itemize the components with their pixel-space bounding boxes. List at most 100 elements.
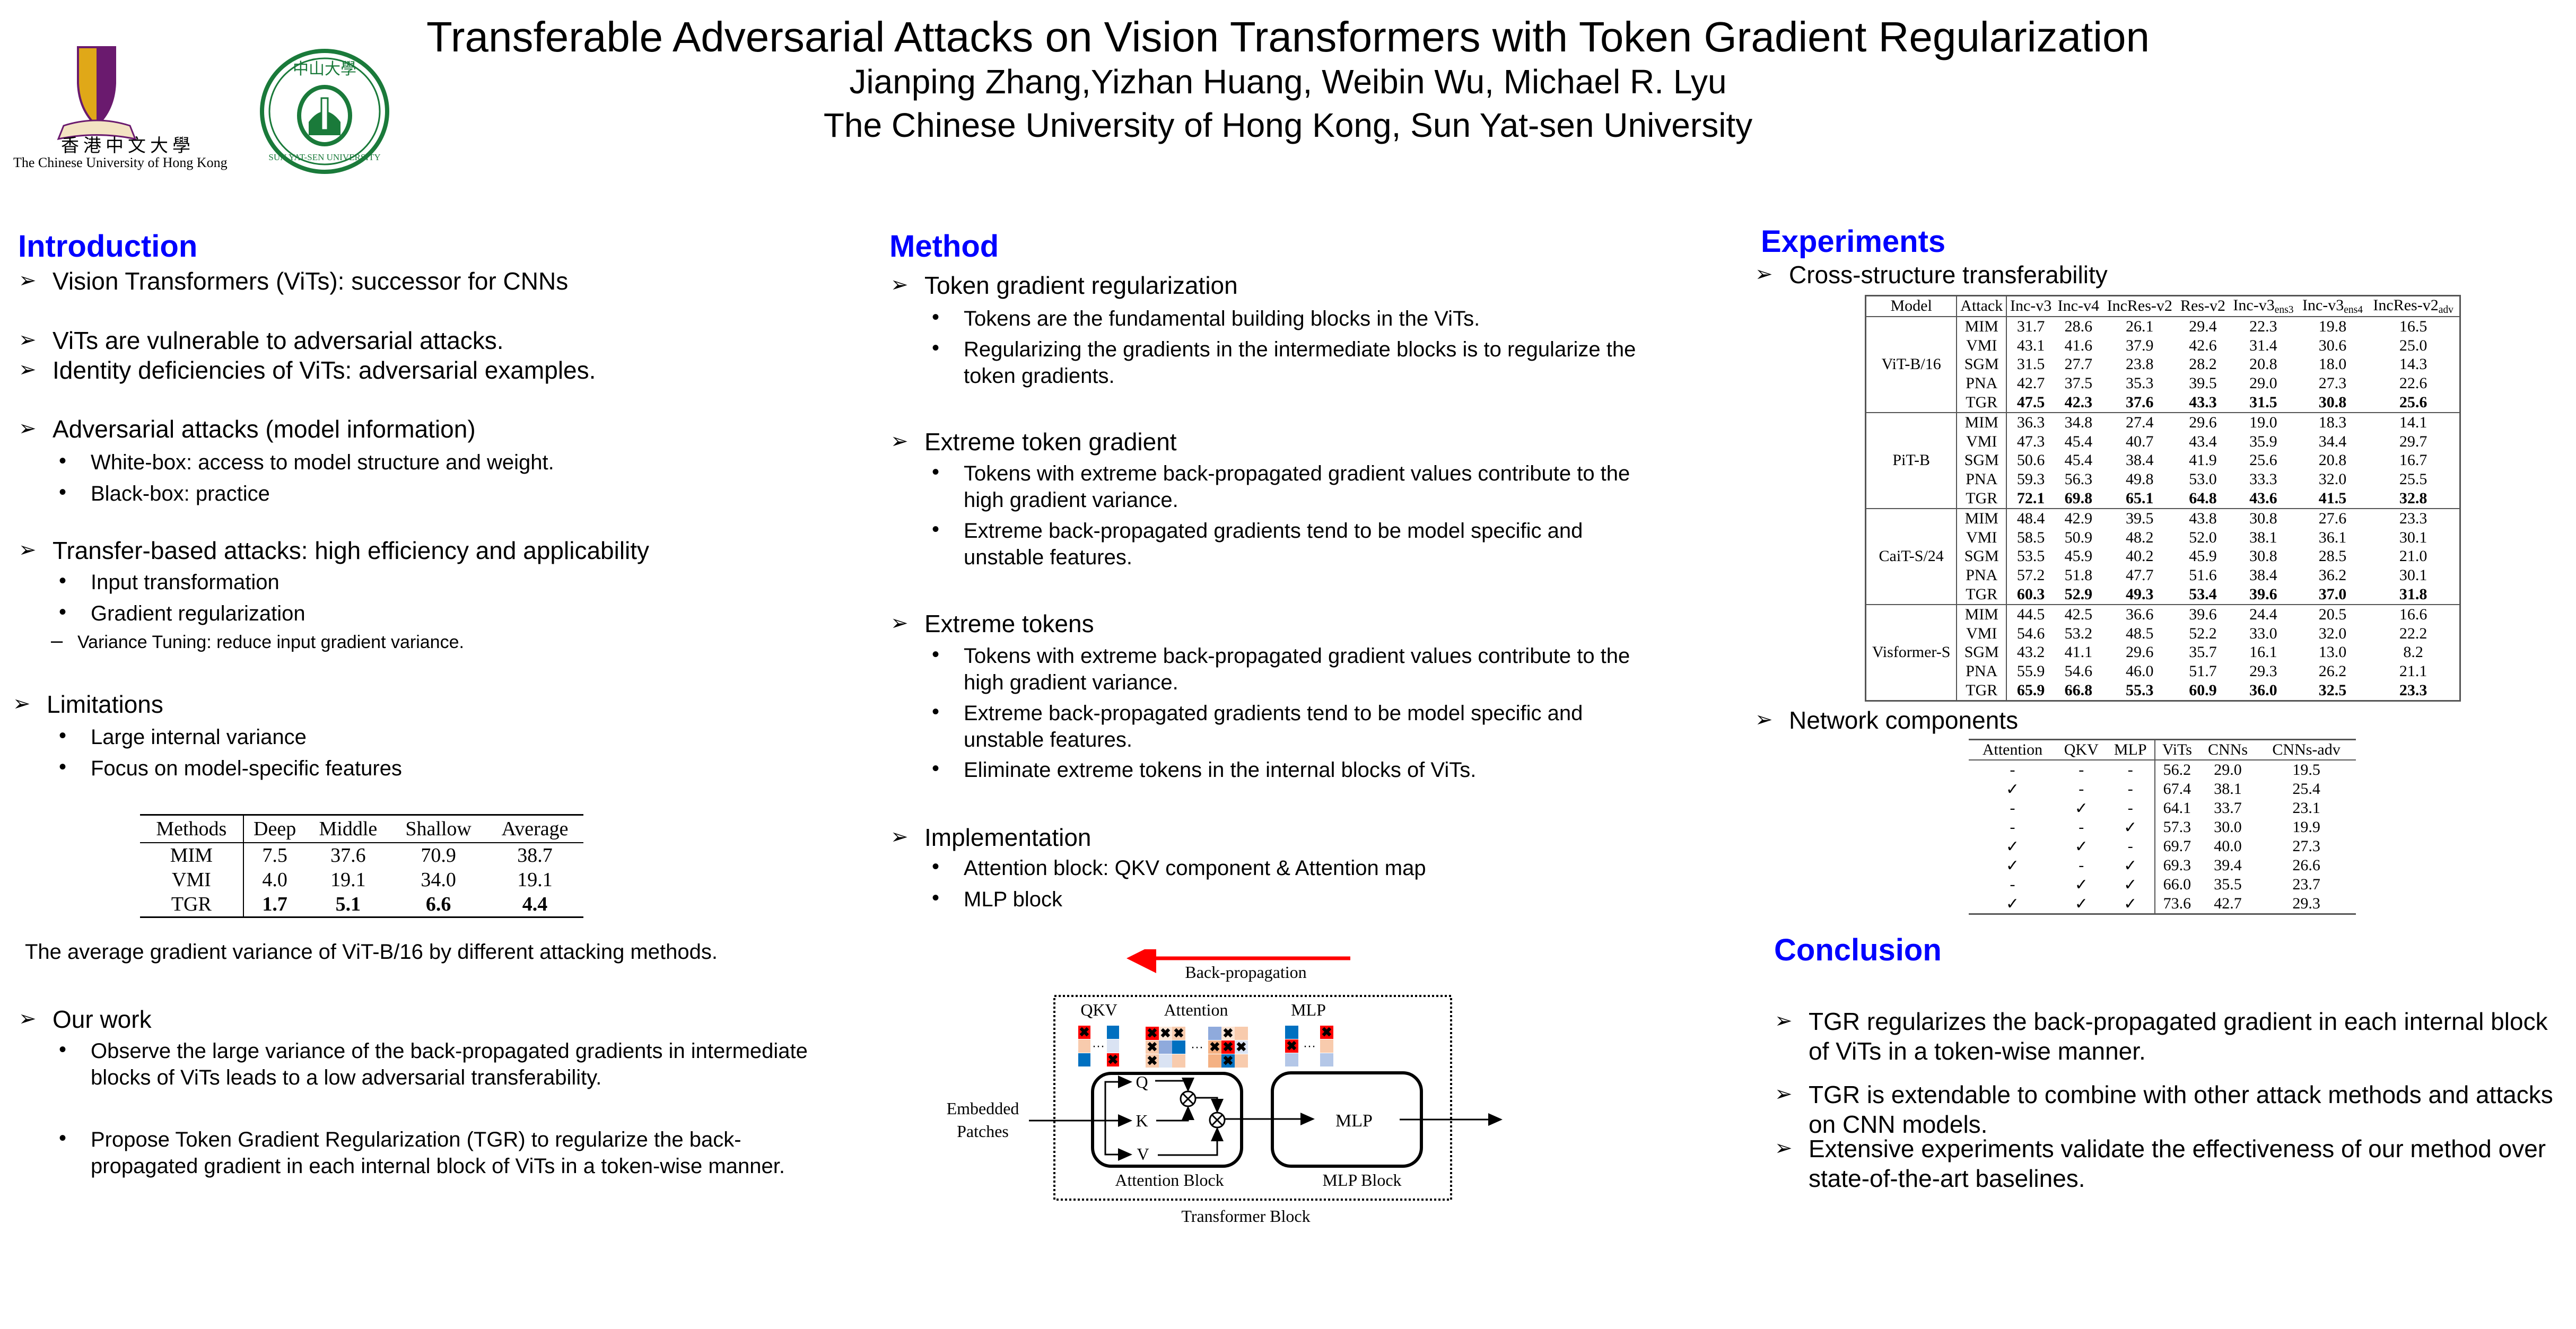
table-cell: 5.1 bbox=[335, 893, 361, 915]
table-cell: 36.1 bbox=[2318, 528, 2347, 546]
table-cell: 53.2 bbox=[2064, 624, 2093, 642]
sysu-logo: 中山大學 SUN YAT-SEN UNIVERSITY bbox=[258, 48, 391, 175]
dot-bullet-icon: • bbox=[59, 480, 67, 504]
table-cell: 26.6 bbox=[2292, 856, 2320, 874]
dot-bullet-icon: • bbox=[59, 1126, 67, 1150]
eliminated-token-icon: ✖ bbox=[1286, 1039, 1297, 1053]
column-header-text: Inc-v3 bbox=[2233, 296, 2275, 314]
table-cell: 22.6 bbox=[2399, 374, 2427, 392]
table-cell: 29.6 bbox=[2125, 643, 2154, 661]
table-cell: 54.6 bbox=[2064, 662, 2093, 680]
patches-label: Patches bbox=[957, 1122, 1009, 1141]
column-header: Average bbox=[486, 815, 583, 843]
table-cell: 37.6 bbox=[2102, 393, 2177, 413]
token-cell bbox=[1320, 1053, 1333, 1066]
table-cell: ✓ bbox=[2005, 780, 2020, 798]
table-cell: 59.3 bbox=[2016, 470, 2045, 488]
table-cell: 69.3 bbox=[2163, 856, 2191, 874]
table-row: - ✓ ✓ 66.0 35.5 23.7 bbox=[1969, 875, 2356, 894]
arrow-bullet-icon: ➢ bbox=[19, 328, 37, 352]
bullet-text: Gradient regularization bbox=[91, 602, 305, 625]
cuhk-english-name: The Chinese University of Hong Kong bbox=[13, 155, 228, 170]
arrow-bullet-icon: ➢ bbox=[19, 1007, 37, 1030]
dot-bullet-icon: • bbox=[59, 1038, 67, 1061]
table-cell: PNA bbox=[1957, 374, 2007, 394]
column-header-text: Attack bbox=[1960, 297, 2003, 315]
table-cell: 29.3 bbox=[2249, 662, 2277, 680]
bullet-text: Our work bbox=[53, 1006, 152, 1033]
eliminated-token-icon: ✖ bbox=[1222, 1054, 1234, 1068]
table-cell: - bbox=[2079, 761, 2084, 779]
dot-bullet-icon: • bbox=[932, 886, 940, 910]
dot-bullet-icon: • bbox=[932, 305, 940, 329]
table-cell: 53.5 bbox=[2016, 547, 2045, 565]
sysu-chinese-name: 中山大學 bbox=[293, 60, 356, 78]
table-cell: 36.2 bbox=[2318, 566, 2347, 584]
table-cell: PNA bbox=[1957, 662, 2007, 681]
table-cell: 37.0 bbox=[2298, 585, 2368, 605]
bullet-text: MLP block bbox=[964, 888, 1063, 911]
bullet-text: Vision Transformers (ViTs): successor fo… bbox=[53, 267, 569, 295]
table-cell: 23.1 bbox=[2292, 799, 2320, 817]
column-header-subscript: ens3 bbox=[2274, 304, 2294, 316]
token-cell bbox=[1078, 1053, 1090, 1066]
arrow-bullet-icon: ➢ bbox=[1755, 708, 1773, 731]
mlp-inner-label: MLP bbox=[1335, 1111, 1373, 1131]
table-cell: 35.9 bbox=[2249, 432, 2277, 450]
table-cell: 14.1 bbox=[2399, 413, 2427, 431]
table-cell: 29.7 bbox=[2399, 432, 2427, 450]
table-cell: 41.6 bbox=[2064, 336, 2093, 354]
table-cell: 32.0 bbox=[2318, 624, 2347, 642]
table-cell: 8.2 bbox=[2403, 643, 2423, 661]
table-cell: 13.0 bbox=[2318, 643, 2347, 661]
table-cell: TGR bbox=[1957, 489, 2007, 509]
sysu-seal-icon: 中山大學 SUN YAT-SEN UNIVERSITY bbox=[260, 49, 389, 174]
table-cell: - bbox=[2106, 799, 2155, 818]
dot-bullet-icon: • bbox=[59, 449, 67, 473]
column-header-text: IncRes-v2 bbox=[2107, 297, 2172, 315]
table-cell: VMI bbox=[140, 868, 244, 892]
table-cell: 31.8 bbox=[2367, 585, 2460, 605]
arrow-bullet-icon: ➢ bbox=[1755, 263, 1773, 286]
method-heading: Method bbox=[889, 229, 999, 264]
table-row: PiT-B MIM 36.3 34.8 27.4 29.6 19.0 18.3 14.1 bbox=[1865, 412, 2460, 509]
token-cell bbox=[1285, 1026, 1298, 1039]
table-cell: 31.5 bbox=[2016, 355, 2045, 373]
token-cell bbox=[1320, 1039, 1333, 1053]
table-cell: 18.0 bbox=[2318, 355, 2347, 373]
arrow-bullet-icon: ➢ bbox=[19, 358, 37, 381]
token-cell bbox=[1078, 1039, 1090, 1053]
bullet-text: Variance Tuning: reduce input gradient v… bbox=[77, 632, 464, 652]
table-cell: 30.0 bbox=[2214, 818, 2242, 836]
bullet-text: Transfer-based attacks: high efficiency … bbox=[53, 537, 650, 564]
eliminated-token-icon: ✖ bbox=[1079, 1025, 1090, 1039]
dot-bullet-icon: • bbox=[932, 336, 940, 360]
bullet-text: Observe the large variance of the back-p… bbox=[91, 1039, 808, 1089]
table-cell: 19.0 bbox=[2249, 413, 2277, 431]
table-cell: 21.0 bbox=[2399, 547, 2427, 565]
table-cell: 49.8 bbox=[2125, 470, 2154, 488]
table-cell: 45.4 bbox=[2064, 432, 2093, 450]
q-label: Q bbox=[1136, 1072, 1148, 1091]
table-cell: 56.2 bbox=[2163, 761, 2191, 779]
table-cell: 32.5 bbox=[2318, 681, 2347, 699]
column-header: Inc-v3ens4 bbox=[2298, 295, 2368, 317]
token-cell bbox=[1285, 1053, 1298, 1066]
column-header: IncRes-v2 bbox=[2102, 295, 2177, 317]
table-row: - ✓ -64.1 33.7 23.1 bbox=[1969, 799, 2356, 818]
table-caption: The average gradient variance of ViT-B/1… bbox=[25, 940, 718, 964]
token-cell bbox=[1159, 1041, 1172, 1054]
table-cell: 46.0 bbox=[2125, 662, 2154, 680]
table-cell: 27.7 bbox=[2064, 355, 2093, 373]
table-cell: MIM bbox=[1957, 412, 2007, 432]
column-header: Shallow bbox=[390, 815, 487, 843]
table-cell: ✓ bbox=[2106, 818, 2155, 837]
table-cell: 43.2 bbox=[2016, 643, 2045, 661]
table-row: Visformer-S MIM 44.5 42.5 36.6 39.6 24.4 20.5 16… bbox=[1865, 604, 2460, 701]
table-cell: 52.2 bbox=[2189, 624, 2217, 642]
bullet-text: Tokens with extreme back-propagated grad… bbox=[964, 644, 1630, 694]
table-cell: - bbox=[2010, 761, 2015, 779]
network-components-table: Attention QKV MLP ViTs CNNs CNNs-adv - - -56.2 29… bbox=[1969, 739, 2356, 915]
table-cell: 21.1 bbox=[2399, 662, 2427, 680]
table-cell: 42.7 bbox=[2214, 895, 2242, 912]
